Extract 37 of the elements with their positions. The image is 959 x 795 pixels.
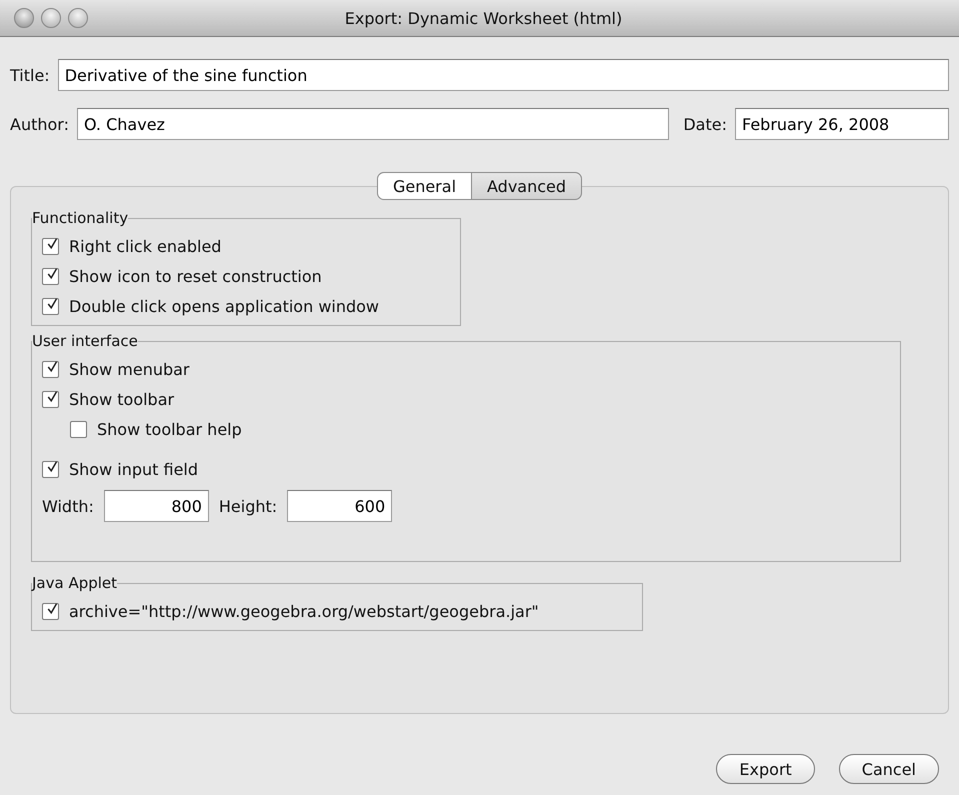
title-field[interactable]: Derivative of the sine function: [58, 59, 949, 91]
group-title: Functionality: [32, 209, 128, 227]
group-title: Java Applet: [32, 574, 118, 592]
field-label: Title:: [10, 66, 50, 84]
checkbox[interactable]: [42, 238, 59, 254]
close-icon[interactable]: [14, 8, 34, 28]
tab[interactable]: Advanced: [471, 172, 582, 200]
window-title: Export: Dynamic Worksheet (html): [344, 8, 622, 28]
field-label: Height:: [218, 496, 278, 516]
checkbox[interactable]: [42, 602, 59, 620]
dialog-button[interactable]: Export: [716, 754, 815, 784]
tab[interactable]: General: [376, 172, 472, 200]
checkbox[interactable]: [42, 460, 59, 478]
checkbox[interactable]: [42, 298, 59, 314]
field-label: Width:: [42, 496, 94, 516]
height-field[interactable]: 600: [287, 490, 392, 522]
field-label: Author:: [10, 114, 69, 134]
checkbox-label: Double click opens application window: [69, 296, 380, 316]
checkbox-label: archive="http://www.geogebra.org/webstart/geogebra.jar": [69, 602, 539, 620]
minimize-icon[interactable]: [41, 8, 61, 28]
checkbox-label: Show menubar: [69, 360, 190, 378]
date-field[interactable]: February 26, 2008: [735, 108, 949, 140]
checkbox[interactable]: [42, 390, 59, 408]
checkbox[interactable]: [42, 268, 59, 284]
dialog-button[interactable]: Cancel: [838, 754, 939, 784]
zoom-icon[interactable]: [68, 8, 88, 28]
checkbox[interactable]: [70, 420, 87, 438]
checkbox-label: Show icon to reset construction: [69, 266, 322, 286]
checkbox-label: Show toolbar: [69, 390, 174, 408]
checkbox[interactable]: [42, 360, 59, 378]
checkbox-label: Show toolbar help: [97, 420, 242, 438]
checkbox-label: Show input field: [69, 460, 198, 478]
checkbox-label: Right click enabled: [69, 236, 222, 256]
author-field[interactable]: O. Chavez: [76, 108, 670, 140]
field-label: Date:: [683, 114, 727, 134]
group-title: User interface: [32, 332, 138, 350]
width-field[interactable]: 800: [104, 490, 209, 522]
